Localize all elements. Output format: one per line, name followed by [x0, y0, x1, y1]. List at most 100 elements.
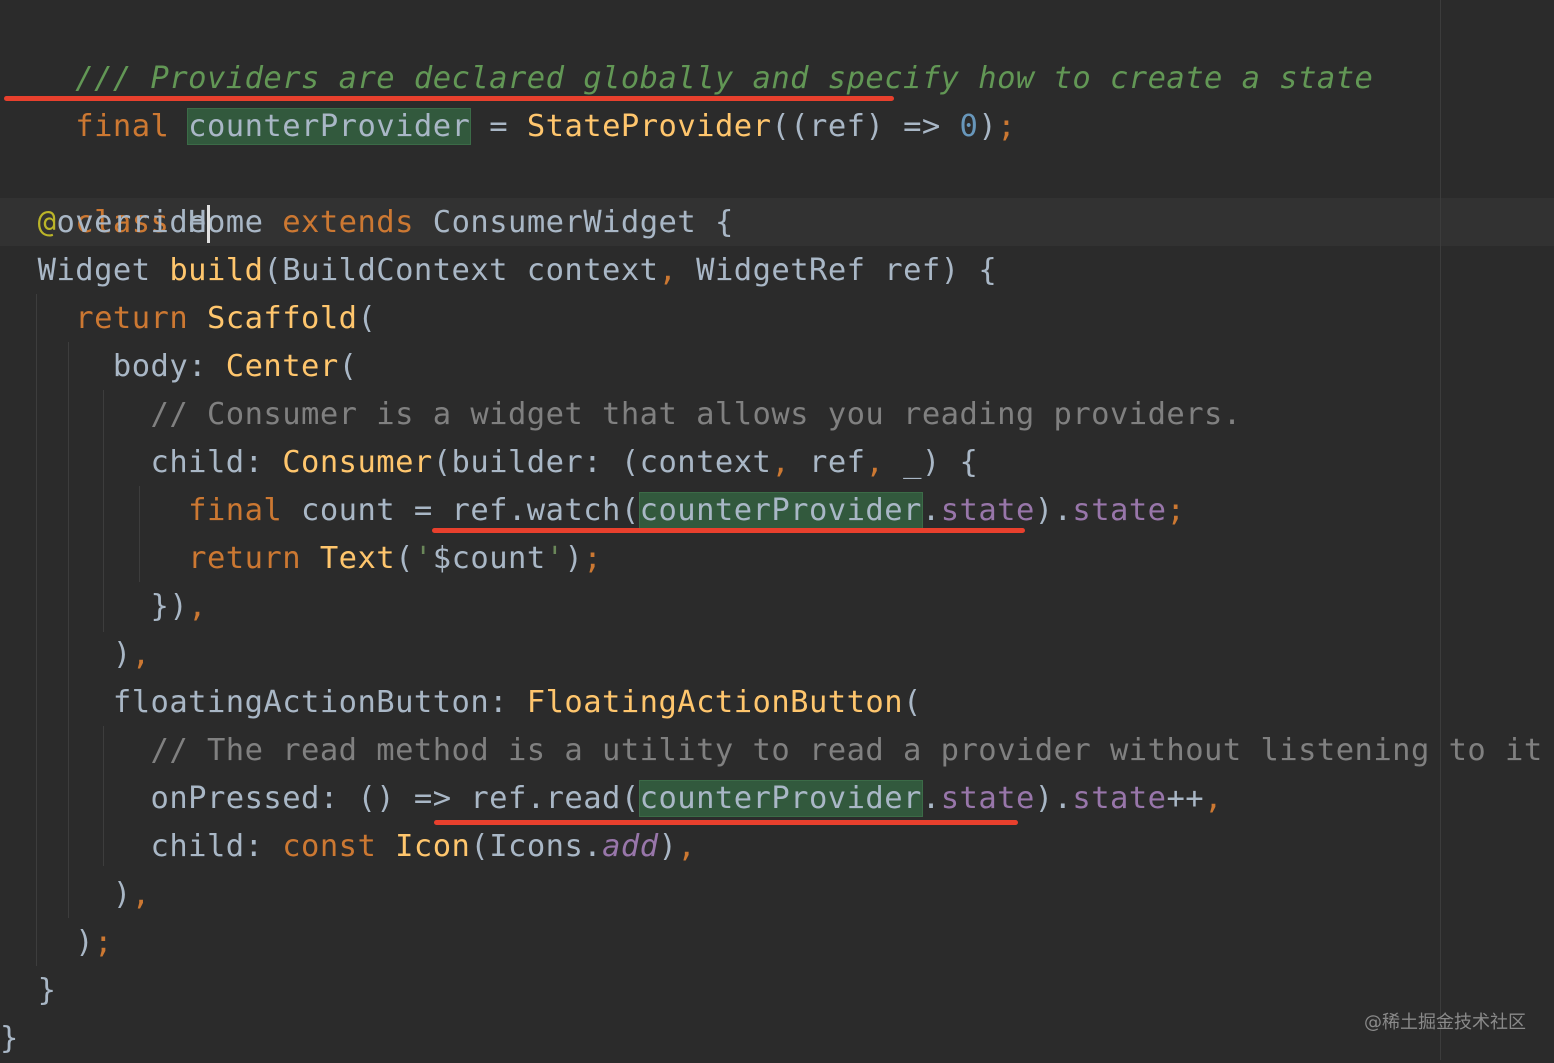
comma: , [1204, 781, 1223, 816]
function-icon: Icon [395, 829, 471, 864]
field-state: state [1072, 781, 1167, 816]
method-build: build [169, 253, 264, 288]
red-annotation-underline-read [434, 820, 1018, 825]
code-line-9[interactable]: // Consumer is a widget that allows you … [0, 391, 1242, 439]
param-underscore: _) { [884, 445, 979, 480]
code-line-8[interactable]: body: Center( [0, 343, 358, 391]
function-center: Center [225, 349, 339, 384]
comma: , [771, 445, 791, 480]
code-editor[interactable]: /// Providers are declared globally and … [0, 0, 1554, 1060]
keyword-const: const [282, 829, 396, 864]
function-text: Text [319, 541, 396, 576]
code-line-1[interactable]: /// Providers are declared globally and … [0, 7, 1373, 96]
close-paren: ) [112, 877, 132, 912]
code-line-16[interactable]: // The read method is a utility to read … [0, 727, 1543, 775]
code-line-17[interactable]: onPressed: () => ref.read(counterProvide… [0, 775, 1223, 823]
code-line-5[interactable]: @override [0, 199, 210, 247]
close-brace: } [37, 973, 57, 1008]
keyword-extends: extends [282, 205, 414, 240]
function-state-provider: StateProvider [526, 109, 772, 144]
keyword-return: return [188, 541, 320, 576]
param-context: (BuildContext context [263, 253, 659, 288]
code-line-14[interactable]: ), [0, 631, 151, 679]
semicolon: ; [94, 925, 113, 960]
annotation-at: @ [37, 205, 57, 240]
code-line-15[interactable]: floatingActionButton: FloatingActionButt… [0, 679, 922, 727]
lambda-args: ((ref) => [771, 109, 960, 144]
comma: , [188, 589, 207, 624]
open-paren: ( [903, 685, 922, 720]
number-literal: 0 [959, 109, 979, 144]
named-arg-child: child: [150, 829, 283, 864]
open-paren: ( [395, 541, 414, 576]
increment-operator: ++ [1166, 781, 1205, 816]
builder-args: (builder: (context [432, 445, 772, 480]
close-paren: ) [564, 541, 584, 576]
code-line-7[interactable]: return Scaffold( [0, 295, 376, 343]
superclass-consumer-widget: ConsumerWidget { [413, 205, 734, 240]
icons-reference: (Icons. [470, 829, 603, 864]
code-line-6[interactable]: Widget build(BuildContext context, Widge… [0, 247, 997, 295]
text-caret [206, 204, 210, 243]
read-call: onPressed: () => ref.read( [150, 781, 640, 816]
named-arg-body: body: [112, 349, 226, 384]
code-line-21[interactable]: } [0, 967, 56, 1015]
watermark: @稀土掘金技术社区 [1364, 1012, 1526, 1033]
field-state: state [940, 493, 1035, 528]
code-line-22[interactable]: } [0, 1015, 19, 1063]
close-brace: } [0, 1021, 19, 1056]
right-margin-guide [1440, 0, 1441, 1060]
dot: . [921, 781, 941, 816]
keyword-final: final [188, 493, 302, 528]
param-ref: WidgetRef ref) { [677, 253, 998, 288]
dot: . [921, 493, 941, 528]
semicolon: ; [1166, 493, 1186, 528]
keyword-final: final [75, 109, 170, 144]
semicolon: ; [997, 109, 1017, 144]
red-annotation-underline-declaration [4, 96, 894, 101]
identifier-counter-provider-declaration: counterProvider [187, 108, 472, 145]
comma: , [658, 253, 678, 288]
code-line-4[interactable]: class Home extends ConsumerWidget { [0, 151, 734, 240]
close-paren: ) [75, 925, 95, 960]
param-ref: ref [790, 445, 866, 480]
function-scaffold: Scaffold [206, 301, 358, 336]
code-line-18[interactable]: child: const Icon(Icons.add), [0, 823, 696, 871]
identifier-counter-provider-usage: counterProvider [638, 492, 923, 529]
code-line-10[interactable]: child: Consumer(builder: (context, ref, … [0, 439, 978, 487]
open-paren: ( [338, 349, 358, 384]
close-brace-paren: }) [150, 589, 189, 624]
open-paren: ( [357, 301, 377, 336]
code-line-12[interactable]: return Text('$count'); [0, 535, 602, 583]
close-paren: ) [978, 109, 998, 144]
comma: , [865, 445, 885, 480]
named-arg-child: child: [150, 445, 283, 480]
string-quote: ' [545, 541, 565, 576]
string-interpolation: $count [432, 541, 546, 576]
watch-call: count = ref.watch( [301, 493, 640, 528]
line-comment-read-method: // The read method is a utility to read … [150, 733, 1543, 768]
type-widget: Widget [37, 253, 170, 288]
comma: , [131, 877, 151, 912]
comma: , [131, 637, 151, 672]
string-quote: ' [413, 541, 433, 576]
field-state: state [1072, 493, 1167, 528]
close-paren: ) [112, 637, 132, 672]
code-line-19[interactable]: ), [0, 871, 151, 919]
close-paren-dot: ). [1034, 781, 1073, 816]
code-line-20[interactable]: ); [0, 919, 113, 967]
close-paren-dot: ). [1034, 493, 1073, 528]
comma: , [677, 829, 697, 864]
code-line-13[interactable]: }), [0, 583, 207, 631]
operator-assign: = [470, 109, 527, 144]
line-comment-consumer: // Consumer is a widget that allows you … [150, 397, 1242, 432]
red-annotation-underline-watch [432, 528, 1025, 533]
identifier-counter-provider-usage: counterProvider [638, 780, 923, 817]
named-arg-fab: floatingActionButton: [112, 685, 527, 720]
semicolon: ; [583, 541, 603, 576]
annotation-override: override [56, 205, 207, 240]
static-field-add: add [602, 829, 659, 864]
close-paren: ) [658, 829, 678, 864]
field-state: state [940, 781, 1035, 816]
function-consumer: Consumer [282, 445, 433, 480]
